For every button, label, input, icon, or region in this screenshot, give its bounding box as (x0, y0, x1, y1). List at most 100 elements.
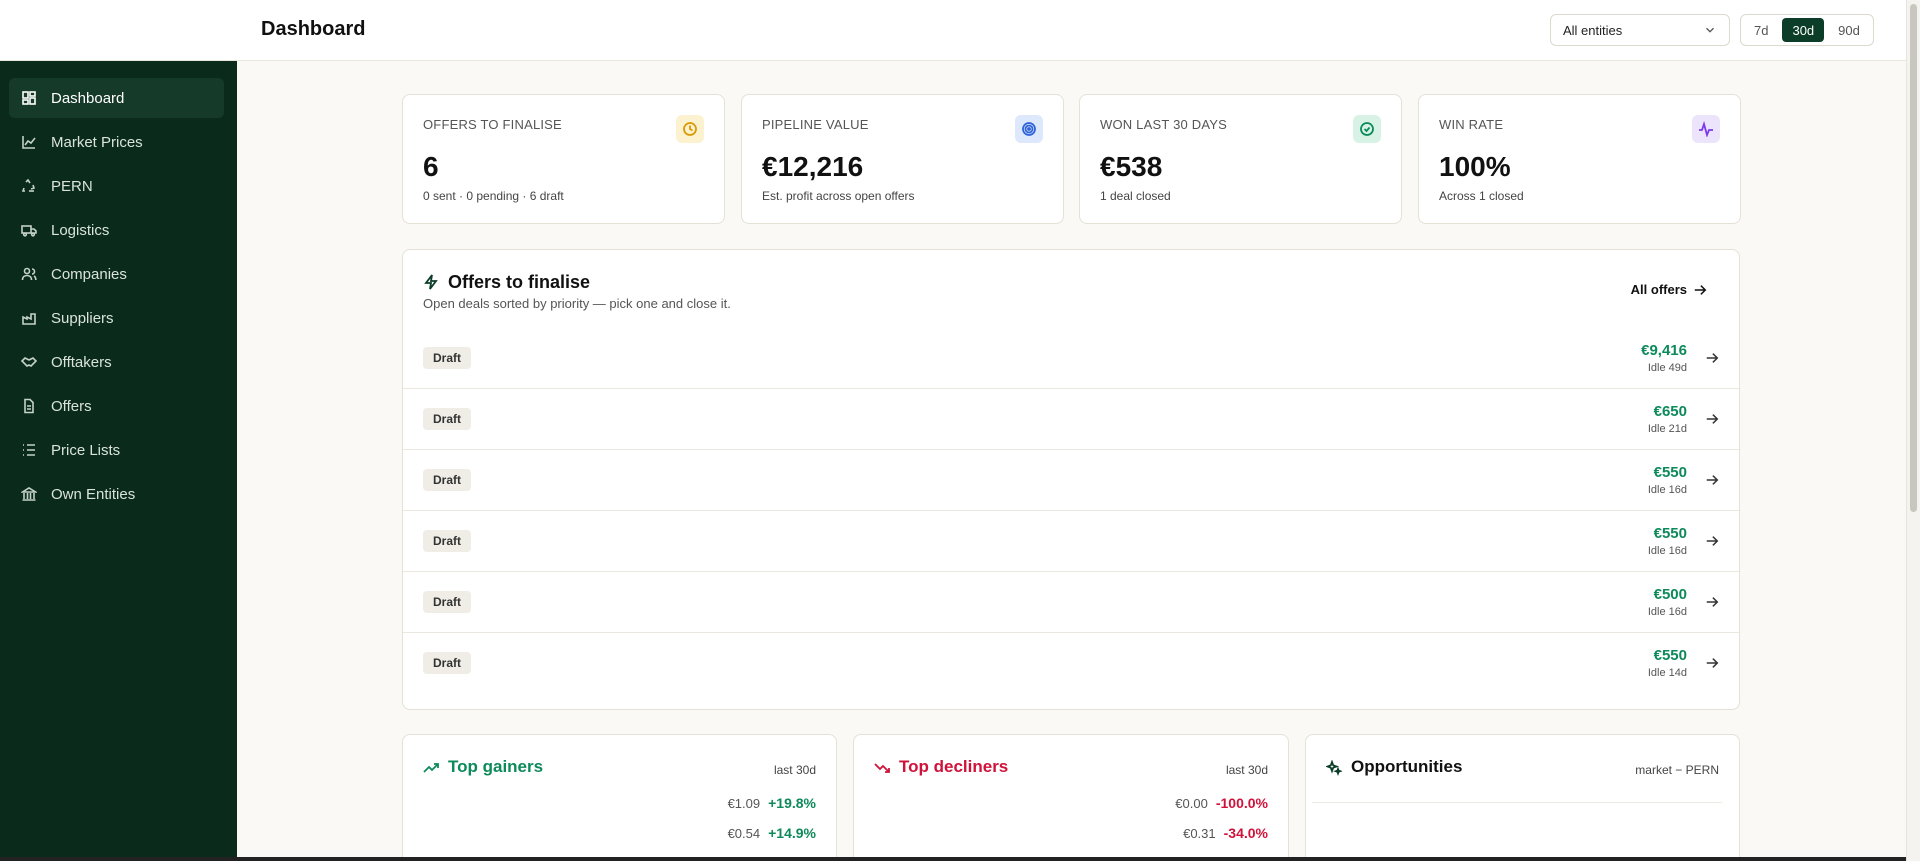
handshake-icon (21, 357, 37, 367)
target-icon (1015, 115, 1043, 143)
stat-label: OFFERS TO FINALISE (423, 117, 562, 132)
status-badge: Draft (423, 347, 472, 369)
offer-idle: Idle 49d (1647, 362, 1687, 374)
offer-row[interactable]: Draft €550 Idle 16d (403, 450, 1739, 511)
stat-sub: Across 1 closed (1439, 189, 1524, 203)
offer-row[interactable]: Draft €500 Idle 16d (403, 572, 1739, 633)
stat-card-win-rate: WIN RATE 100% Across 1 closed (1418, 94, 1741, 224)
decliner-row[interactable]: €0.00 -100.0% (1175, 795, 1268, 811)
offer-amount: €650 (1653, 403, 1687, 420)
top-bar: Dashboard All entities 7d 30d 90d (0, 0, 1906, 61)
status-badge: Draft (423, 530, 472, 552)
offers-title: Offers to finalise (448, 272, 591, 292)
sidebar-item-label: Own Entities (51, 485, 136, 503)
range-90d-button[interactable]: 90d (1828, 18, 1870, 42)
sidebar-item-own-entities[interactable]: Own Entities (9, 474, 224, 514)
sidebar-item-label: Logistics (51, 221, 110, 239)
offers-panel: Offers to finalise Open deals sorted by … (402, 249, 1740, 710)
sidebar-item-market-prices[interactable]: Market Prices (9, 122, 224, 162)
sparkles-icon (1326, 760, 1342, 776)
offer-row[interactable]: Draft €650 Idle 21d (403, 389, 1739, 450)
offer-amount: €9,416 (1641, 342, 1687, 359)
arrow-right-icon (1706, 475, 1719, 485)
offer-row[interactable]: Draft €550 Idle 14d (403, 633, 1739, 694)
mover-change: -34.0% (1223, 825, 1268, 841)
offer-idle: Idle 16d (1647, 606, 1687, 618)
decliner-row[interactable]: €0.31 -34.0% (1183, 825, 1268, 841)
gainer-row[interactable]: €1.09 +19.8% (728, 795, 816, 811)
stat-value: 100% (1439, 151, 1511, 182)
sidebar-item-label: Companies (51, 265, 127, 283)
sidebar-item-companies[interactable]: Companies (9, 254, 224, 294)
sidebar-item-label: Market Prices (51, 133, 143, 151)
chevron-down-icon (1706, 27, 1714, 33)
entity-select-value: All entities (1563, 22, 1623, 38)
stat-value: €12,216 (762, 151, 864, 182)
document-icon (24, 398, 34, 414)
offer-amount: €500 (1653, 586, 1687, 603)
sidebar-item-offers[interactable]: Offers (9, 386, 224, 426)
top-decliners-period: last 30d (1225, 763, 1268, 777)
opportunities-card: Opportunities market − PERN (1305, 734, 1740, 861)
arrow-right-icon (1694, 284, 1707, 295)
range-30d-button[interactable]: 30d (1782, 18, 1825, 42)
sidebar-item-price-lists[interactable]: Price Lists (9, 430, 224, 470)
stat-card-pipeline: PIPELINE VALUE €12,216 Est. profit acros… (741, 94, 1064, 224)
truck-icon (21, 225, 37, 237)
clock-icon (676, 115, 704, 143)
list-icon (23, 444, 35, 456)
page-scrollbar[interactable] (1906, 0, 1920, 861)
top-gainers-card: Top gainers last 30d €1.09 +19.8% €0.54 … (402, 734, 837, 861)
opportunities-meta: market − PERN (1635, 763, 1719, 777)
top-gainers-period: last 30d (773, 763, 816, 777)
offer-amount: €550 (1653, 525, 1687, 542)
top-gainers-title: Top gainers (448, 757, 544, 776)
offer-idle: Idle 21d (1647, 423, 1687, 435)
arrow-right-icon (1706, 414, 1719, 424)
offer-idle: Idle 16d (1647, 545, 1687, 557)
stat-card-won: WON LAST 30 DAYS €538 1 deal closed (1079, 94, 1402, 224)
status-badge: Draft (423, 652, 472, 674)
arrow-right-icon (1706, 353, 1719, 363)
offer-amount: €550 (1653, 647, 1687, 664)
gainer-row[interactable]: €0.54 +14.9% (728, 825, 816, 841)
sidebar-item-label: PERN (51, 177, 93, 195)
stat-sub: 0 sent · 0 pending · 6 draft (423, 189, 564, 203)
mover-price: €0.31 (1183, 826, 1216, 841)
sidebar-item-label: Offtakers (51, 353, 112, 371)
status-badge: Draft (423, 469, 472, 491)
sidebar-item-pern[interactable]: PERN (9, 166, 224, 206)
dashboard-icon (22, 91, 36, 105)
top-decliners-title: Top decliners (899, 757, 1009, 776)
range-7d-button[interactable]: 7d (1744, 18, 1778, 42)
sidebar-item-logistics[interactable]: Logistics (9, 210, 224, 250)
recycle-icon (21, 178, 36, 192)
sidebar-item-dashboard[interactable]: Dashboard (9, 78, 224, 118)
entity-select[interactable]: All entities (1550, 14, 1730, 46)
check-circle-icon (1353, 115, 1381, 143)
top-decliners-card: Top decliners last 30d €0.00 -100.0% €0.… (853, 734, 1289, 861)
mover-price: €0.54 (727, 826, 761, 841)
sidebar-item-offtakers[interactable]: Offtakers (9, 342, 224, 382)
bolt-icon (424, 274, 438, 290)
sidebar-item-suppliers[interactable]: Suppliers (9, 298, 224, 338)
mover-price: €1.09 (727, 796, 761, 811)
offer-row[interactable]: Draft €550 Idle 16d (403, 511, 1739, 572)
users-icon (21, 267, 37, 281)
all-offers-link[interactable]: All offers (1631, 282, 1707, 297)
stat-sub: 1 deal closed (1100, 189, 1171, 203)
sidebar-item-label: Dashboard (51, 89, 125, 107)
offer-idle: Idle 16d (1647, 484, 1687, 496)
mover-change: +19.8% (768, 795, 816, 811)
mover-price: €0.00 (1175, 796, 1208, 811)
offer-row[interactable]: Draft €9,416 Idle 49d (403, 328, 1739, 389)
scrollbar-thumb[interactable] (1910, 4, 1917, 512)
sidebar-item-label: Offers (51, 397, 92, 415)
offer-amount: €550 (1653, 464, 1687, 481)
date-range-toggle: 7d 30d 90d (1740, 14, 1874, 46)
bank-icon (21, 487, 37, 501)
stat-label: PIPELINE VALUE (762, 117, 869, 132)
sidebar-item-label: Suppliers (51, 309, 114, 327)
offer-idle: Idle 14d (1647, 667, 1687, 679)
mover-change: -100.0% (1215, 795, 1268, 811)
